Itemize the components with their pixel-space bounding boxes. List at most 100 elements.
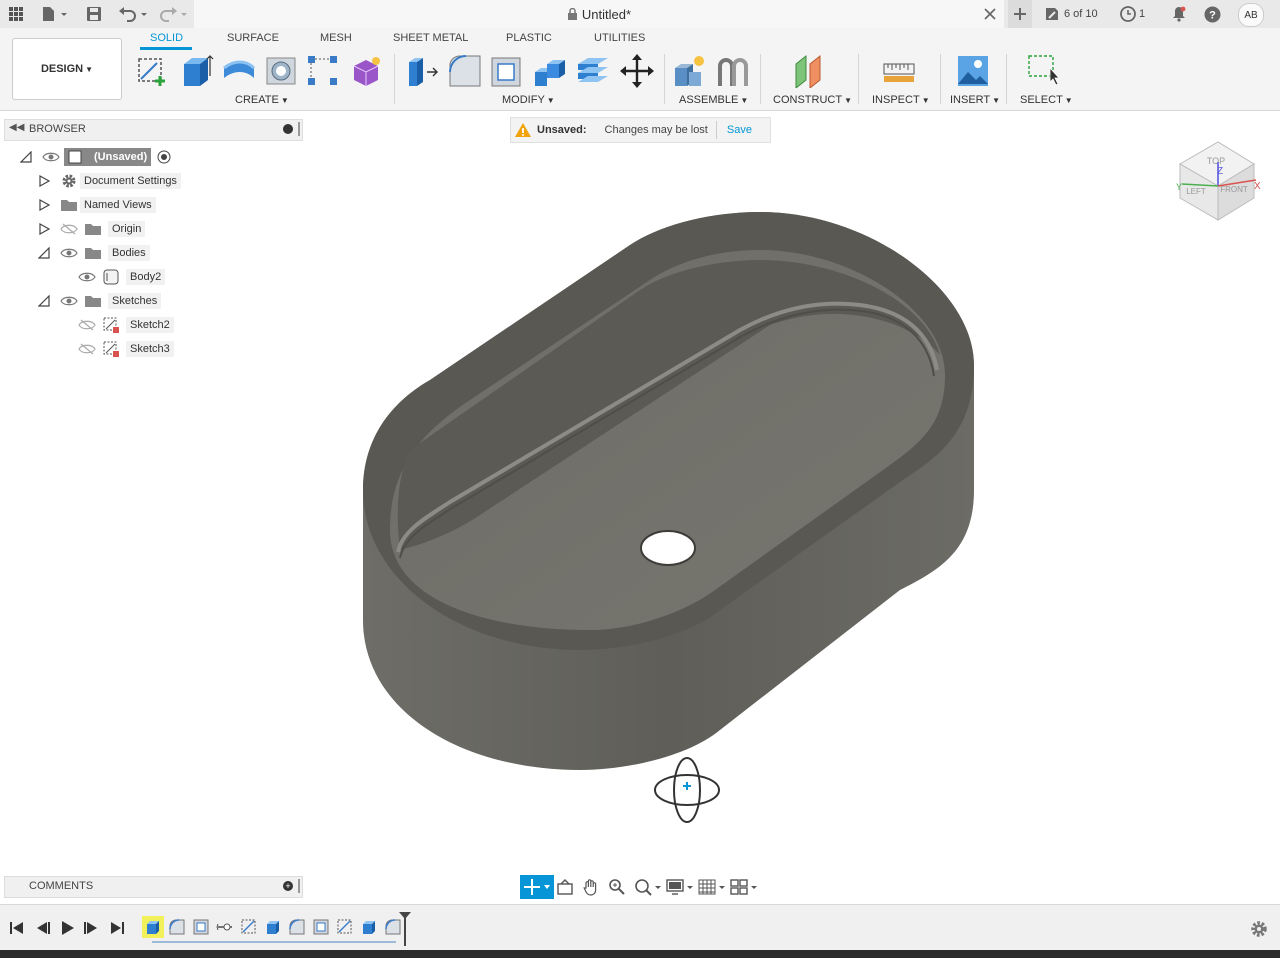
tab-mesh[interactable]: MESH	[320, 32, 352, 44]
app-grid-icon[interactable]	[6, 4, 26, 24]
extrude-feature-icon[interactable]	[264, 918, 282, 936]
fillet-icon[interactable]	[448, 54, 482, 88]
hole-icon[interactable]	[265, 54, 299, 88]
orbit-tool-button[interactable]	[520, 875, 554, 899]
extrude-feature-icon[interactable]	[360, 918, 378, 936]
activate-radio-icon[interactable]	[157, 150, 171, 164]
browser-options-icon[interactable]	[283, 124, 293, 134]
tab-surface[interactable]: SURFACE	[227, 32, 279, 44]
expanded-triangle-icon[interactable]	[38, 247, 50, 259]
revolve-icon[interactable]	[222, 54, 256, 88]
collapse-panel-icon[interactable]: ◀◀	[9, 122, 24, 133]
create-sketch-icon[interactable]	[136, 54, 170, 88]
collapsed-triangle-icon[interactable]	[38, 199, 50, 211]
window-select-icon[interactable]	[1026, 54, 1060, 88]
save-link[interactable]: Save	[727, 124, 752, 136]
new-tab-button[interactable]	[1008, 0, 1032, 28]
timeline-feature-extrude-active[interactable]	[142, 916, 164, 938]
eye-hidden-icon[interactable]	[78, 318, 96, 332]
user-avatar[interactable]: AB	[1238, 3, 1264, 27]
shell-feature-icon[interactable]	[312, 918, 330, 936]
document-tab[interactable]: Untitled*	[194, 0, 1004, 28]
step-forward-icon[interactable]	[82, 920, 100, 936]
tab-utilities[interactable]: UTILITIES	[594, 32, 645, 44]
help-icon[interactable]: ?	[1202, 4, 1222, 24]
offset-face-icon[interactable]	[576, 54, 610, 88]
zoom-window-icon[interactable]	[634, 878, 662, 896]
model-viewport[interactable]	[340, 190, 1060, 850]
browser-item-bodies[interactable]: Bodies	[38, 243, 150, 263]
press-pull-icon[interactable]	[405, 54, 439, 88]
inspect-menu[interactable]: INSPECT ▼	[872, 94, 930, 106]
timeline-marker[interactable]	[398, 911, 412, 947]
go-to-start-icon[interactable]	[8, 920, 26, 936]
browser-item-origin[interactable]: Origin	[38, 219, 146, 239]
modify-menu[interactable]: MODIFY ▼	[502, 94, 555, 106]
sketch-feature-icon[interactable]	[240, 918, 258, 936]
pattern-icon[interactable]	[306, 54, 340, 88]
tab-solid[interactable]: SOLID	[150, 32, 183, 44]
close-tab-icon[interactable]	[982, 4, 998, 24]
browser-item-body2[interactable]: Body2	[78, 267, 166, 287]
undo-icon[interactable]	[116, 4, 150, 24]
eye-icon[interactable]	[78, 270, 96, 284]
eye-icon[interactable]	[42, 150, 60, 164]
browser-item-named-views[interactable]: Named Views	[38, 195, 156, 215]
collapsed-triangle-icon[interactable]	[38, 175, 50, 187]
panel-resize-handle[interactable]	[298, 879, 300, 893]
step-back-icon[interactable]	[34, 920, 52, 936]
create-form-icon[interactable]	[350, 54, 384, 88]
browser-item-sketches[interactable]: Sketches	[38, 291, 162, 311]
extrude-icon[interactable]	[180, 54, 214, 88]
panel-resize-handle[interactable]	[298, 122, 300, 136]
eye-icon[interactable]	[60, 294, 78, 308]
assemble-menu[interactable]: ASSEMBLE ▼	[679, 94, 748, 106]
shell-icon[interactable]	[490, 54, 524, 88]
insert-image-icon[interactable]	[956, 54, 990, 88]
split-feature-icon[interactable]	[216, 918, 234, 936]
viewports-icon[interactable]	[730, 878, 758, 896]
save-icon[interactable]	[84, 4, 104, 24]
view-cube[interactable]: TOP LEFT FRONT Z X Y	[1168, 134, 1264, 228]
display-settings-icon[interactable]	[666, 878, 694, 896]
play-icon[interactable]	[58, 920, 76, 936]
create-menu[interactable]: CREATE ▼	[235, 94, 289, 106]
grid-settings-icon[interactable]	[698, 878, 726, 896]
root-component-chip[interactable]: (Unsaved)	[64, 148, 152, 166]
fillet-feature-icon[interactable]	[168, 918, 186, 936]
eye-icon[interactable]	[60, 246, 78, 260]
notifications-bell-icon[interactable]	[1170, 4, 1188, 24]
job-status-button[interactable]: 6 of 10	[1044, 4, 1104, 24]
browser-root-row[interactable]: (Unsaved)	[20, 147, 171, 167]
insert-menu[interactable]: INSERT ▼	[950, 94, 1000, 106]
drain-hole[interactable]	[640, 530, 696, 566]
tab-plastic[interactable]: PLASTIC	[506, 32, 552, 44]
select-menu[interactable]: SELECT ▼	[1020, 94, 1073, 106]
eye-hidden-icon[interactable]	[60, 222, 78, 236]
new-component-icon[interactable]	[673, 54, 707, 88]
history-button[interactable]: 1	[1120, 4, 1154, 24]
construct-menu[interactable]: CONSTRUCT ▼	[773, 94, 852, 106]
pan-hand-icon[interactable]	[582, 878, 600, 896]
zoom-icon[interactable]	[608, 878, 626, 896]
workspace-switcher[interactable]: DESIGN ▼	[12, 38, 122, 100]
browser-item-sketch3[interactable]: Sketch3	[78, 339, 174, 359]
offset-plane-icon[interactable]	[792, 54, 826, 90]
tab-sheet-metal[interactable]: SHEET METAL	[393, 32, 468, 44]
expanded-triangle-icon[interactable]	[20, 151, 32, 163]
eye-hidden-icon[interactable]	[78, 342, 96, 356]
combine-icon[interactable]	[533, 54, 567, 88]
expanded-triangle-icon[interactable]	[38, 295, 50, 307]
sketch-feature-icon[interactable]	[336, 918, 354, 936]
file-menu-icon[interactable]	[38, 4, 70, 24]
measure-icon[interactable]	[882, 54, 916, 88]
browser-item-document-settings[interactable]: Document Settings	[38, 171, 181, 191]
timeline-settings-gear-icon[interactable]	[1250, 920, 1268, 938]
move-icon[interactable]	[620, 54, 654, 88]
fillet-feature-icon[interactable]	[288, 918, 306, 936]
add-comment-icon[interactable]: +	[283, 881, 293, 891]
go-to-end-icon[interactable]	[108, 920, 126, 936]
comments-panel-header[interactable]: COMMENTS +	[4, 876, 303, 898]
browser-item-sketch2[interactable]: Sketch2	[78, 315, 174, 335]
shell-feature-icon[interactable]	[192, 918, 210, 936]
